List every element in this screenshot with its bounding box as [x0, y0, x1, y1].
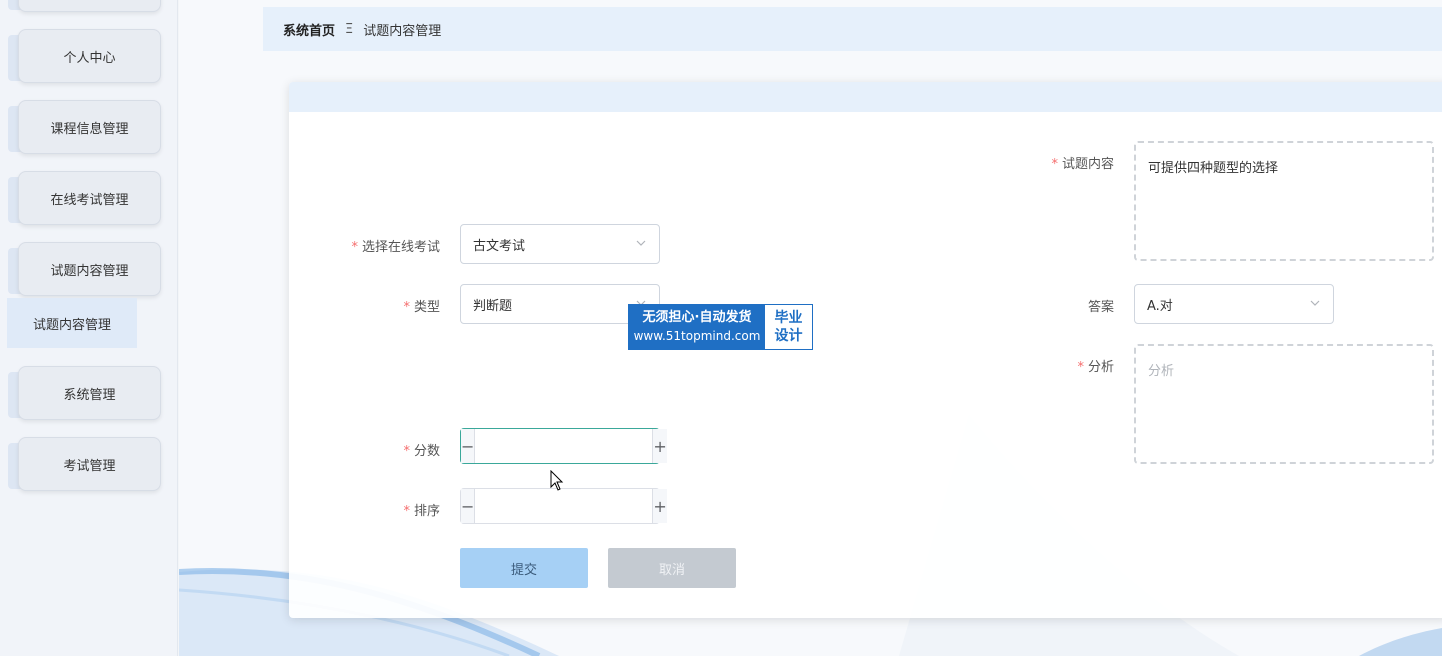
- watermark-badge: 无须担心·自动发货 www.51topmind.com 毕业 设计: [628, 304, 813, 350]
- analysis-label: * 分析: [1000, 356, 1114, 375]
- order-increment-button[interactable]: +: [652, 489, 667, 523]
- type-label-text: 类型: [413, 300, 440, 315]
- cancel-button[interactable]: 取消: [608, 548, 736, 588]
- breadcrumb-home[interactable]: 系统首页: [283, 20, 335, 39]
- sidebar-item-label: 课程信息管理: [50, 121, 129, 137]
- submenu-item-question-content[interactable]: 试题内容管理: [7, 298, 137, 348]
- order-input[interactable]: [475, 489, 653, 523]
- sidebar-item-top[interactable]: [18, 0, 161, 12]
- watermark-line2: www.51topmind.com: [633, 329, 761, 343]
- content-label-text: 试题内容: [1061, 157, 1114, 172]
- watermark-badge-line1: 毕业: [774, 310, 803, 326]
- type-select-value: 判断题: [473, 298, 513, 314]
- breadcrumb: 系统首页 Ξ 试题内容管理: [263, 7, 1442, 51]
- watermark-line1: 无须担心·自动发货: [642, 310, 752, 325]
- content-label: * 试题内容: [1000, 153, 1114, 172]
- submenu-item-label: 试题内容管理: [32, 317, 111, 333]
- mouse-cursor-icon: [550, 470, 564, 491]
- watermark-badge-line2: 设计: [774, 328, 803, 344]
- chevron-down-icon: [1310, 300, 1320, 306]
- sidebar-item-course-info[interactable]: 课程信息管理: [18, 100, 161, 154]
- order-decrement-button[interactable]: −: [461, 489, 476, 523]
- required-mark: *: [351, 240, 358, 255]
- watermark-badge-right: 毕业 设计: [765, 305, 812, 349]
- watermark-text: 无须担心·自动发货 www.51topmind.com: [629, 305, 765, 349]
- exam-label-text: 选择在线考试: [361, 240, 440, 255]
- sidebar-item-label: 考试管理: [63, 458, 116, 474]
- score-increment-button[interactable]: +: [652, 429, 667, 463]
- content-textarea[interactable]: 可提供四种题型的选择: [1134, 141, 1434, 261]
- required-mark: *: [403, 504, 410, 519]
- exam-label: * 选择在线考试: [330, 236, 440, 255]
- sidebar-item-label: 系统管理: [63, 387, 116, 403]
- order-label-text: 排序: [413, 504, 440, 519]
- sidebar-item-online-exam[interactable]: 在线考试管理: [18, 171, 161, 225]
- required-mark: *: [1051, 157, 1058, 172]
- sidebar-item-question-content[interactable]: 试题内容管理: [18, 242, 161, 296]
- exam-select-value: 古文考试: [473, 238, 526, 254]
- analysis-label-text: 分析: [1087, 360, 1114, 375]
- score-label-text: 分数: [413, 444, 440, 459]
- score-label: * 分数: [330, 440, 440, 459]
- answer-select-value: A.对: [1147, 298, 1173, 314]
- order-stepper: − +: [460, 488, 667, 524]
- answer-label: 答案: [1000, 296, 1114, 315]
- type-label: * 类型: [330, 296, 440, 315]
- answer-label-text: 答案: [1087, 300, 1114, 315]
- order-label: * 排序: [330, 500, 440, 519]
- sidebar-item-label: 在线考试管理: [50, 192, 129, 208]
- sidebar-item-label: 个人中心: [63, 50, 116, 66]
- analysis-textarea[interactable]: 分析: [1134, 344, 1434, 464]
- score-decrement-button[interactable]: −: [461, 429, 476, 463]
- exam-select[interactable]: 古文考试: [460, 224, 660, 264]
- breadcrumb-current: 试题内容管理: [363, 23, 442, 39]
- required-mark: *: [1077, 360, 1084, 375]
- submit-button[interactable]: 提交: [460, 548, 588, 588]
- required-mark: *: [403, 444, 410, 459]
- score-input[interactable]: [475, 429, 653, 463]
- sidebar-item-label: 试题内容管理: [50, 263, 129, 279]
- sidebar: 个人中心 课程信息管理 在线考试管理 试题内容管理 试题内容管理 系统管理 考试…: [0, 0, 178, 656]
- chevron-down-icon: [636, 240, 646, 246]
- required-mark: *: [403, 300, 410, 315]
- form-card-header: [289, 82, 1442, 112]
- breadcrumb-separator: Ξ: [345, 21, 354, 37]
- answer-select[interactable]: A.对: [1134, 284, 1334, 324]
- sidebar-item-exam-management[interactable]: 考试管理: [18, 437, 161, 491]
- score-stepper: − +: [460, 428, 667, 464]
- sidebar-item-personal-center[interactable]: 个人中心: [18, 29, 161, 83]
- sidebar-item-system[interactable]: 系统管理: [18, 366, 161, 420]
